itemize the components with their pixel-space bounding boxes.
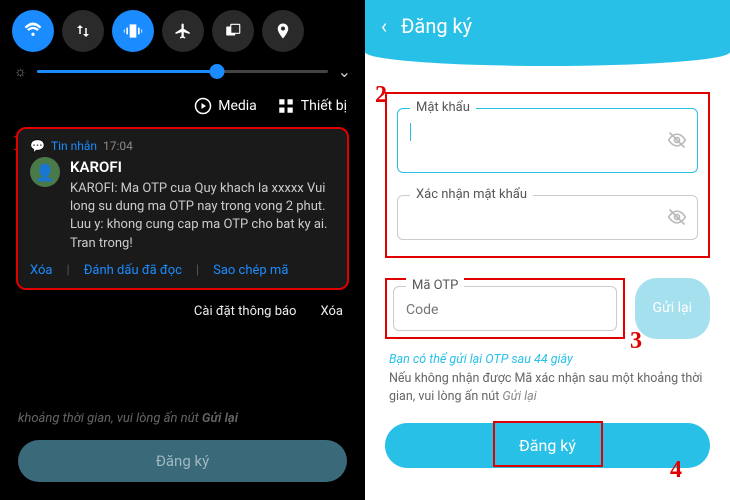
notif-title: KAROFI [70,157,335,178]
vibrate-icon[interactable] [112,10,154,52]
annotation-marker-4: 4 [670,457,682,484]
confirm-password-label: Xác nhận mật khẩu [410,187,533,202]
eye-off-icon[interactable] [667,207,687,227]
data-swap-icon[interactable] [62,10,104,52]
windows-icon[interactable] [212,10,254,52]
dimmed-register-button: Đăng ký [18,440,347,482]
password-field[interactable]: Mật khẩu [397,108,698,173]
notif-copy-code-button[interactable]: Sao chép mã [213,263,288,278]
device-label: Thiết bị [301,98,347,114]
notif-mark-read-button[interactable]: Đánh dấu đã đọc [84,263,182,278]
annotation-marker-3: 3 [630,328,642,355]
wifi-icon[interactable] [12,10,54,52]
dimmed-background-app: khoảng thời gian, vui lòng ấn nút Gửi lạ… [0,411,365,500]
media-label: Media [218,98,257,114]
password-group-highlight: Mật khẩu Xác nhận mật khẩu [385,92,710,258]
quick-settings-row [0,0,365,58]
android-shade: ☼ ⌄ Media Thiết bị 1 💬 Tin nhắn 17:04 👤 … [0,0,365,500]
airplane-icon[interactable] [162,10,204,52]
back-icon[interactable]: ‹ [381,14,387,38]
sender-avatar: 👤 [30,157,60,187]
notif-header: 💬 Tin nhắn 17:04 [30,139,335,153]
chevron-down-icon[interactable]: ⌄ [338,62,351,81]
password-label: Mật khẩu [410,100,476,115]
sms-notification[interactable]: 💬 Tin nhắn 17:04 👤 KAROFI KAROFI: Ma OTP… [16,127,349,290]
confirm-password-field[interactable]: Xác nhận mật khẩu [397,195,698,240]
confirm-password-input[interactable] [410,211,657,227]
notif-clear-button[interactable]: Xóa [320,304,343,319]
notif-time: 17:04 [103,139,133,153]
sms-icon: 💬 [30,139,45,153]
media-button[interactable]: Media [194,97,257,115]
otp-row: Mã OTP Gửi lại [385,278,710,339]
register-form: Mật khẩu Xác nhận mật khẩu Mã OTP [365,52,730,486]
annotation-marker-2: 2 [375,82,387,109]
otp-highlight: Mã OTP [385,278,625,339]
submit-wrap: Đăng ký [385,423,710,468]
notif-app: Tin nhắn [51,139,97,153]
notif-actions: Xóa | Đánh dấu đã đọc | Sao chép mã [30,263,335,278]
eye-off-icon[interactable] [667,130,687,150]
notif-body-text: KAROFI: Ma OTP cua Quy khach la xxxxx Vu… [70,180,335,253]
register-button[interactable]: Đăng ký [385,423,710,468]
notif-delete-button[interactable]: Xóa [30,263,53,278]
otp-field[interactable]: Mã OTP [393,286,617,331]
resend-button[interactable]: Gửi lại [635,278,711,339]
hint-text: Bạn có thể gửi lại OTP sau 44 giây Nếu k… [385,351,710,407]
device-button[interactable]: Thiết bị [277,97,347,115]
shade-footer: Cài đặt thông báo Xóa [0,290,365,333]
brightness-slider-row: ☼ ⌄ [0,58,365,91]
password-input[interactable] [410,144,657,160]
brightness-icon: ☼ [14,63,27,80]
page-title: Đăng ký [401,14,472,38]
notif-settings-button[interactable]: Cài đặt thông báo [194,304,297,319]
app-header: ‹ Đăng ký [365,0,730,52]
otp-label: Mã OTP [406,278,464,293]
location-icon[interactable] [262,10,304,52]
otp-input[interactable] [406,302,604,318]
countdown-text: Bạn có thể gửi lại OTP sau 44 giây [389,351,706,370]
brightness-slider[interactable] [37,70,328,73]
media-controls-row: Media Thiết bị [0,91,365,127]
register-screen: ‹ Đăng ký 2 Mật khẩu Xác nhận mật khẩu [365,0,730,500]
